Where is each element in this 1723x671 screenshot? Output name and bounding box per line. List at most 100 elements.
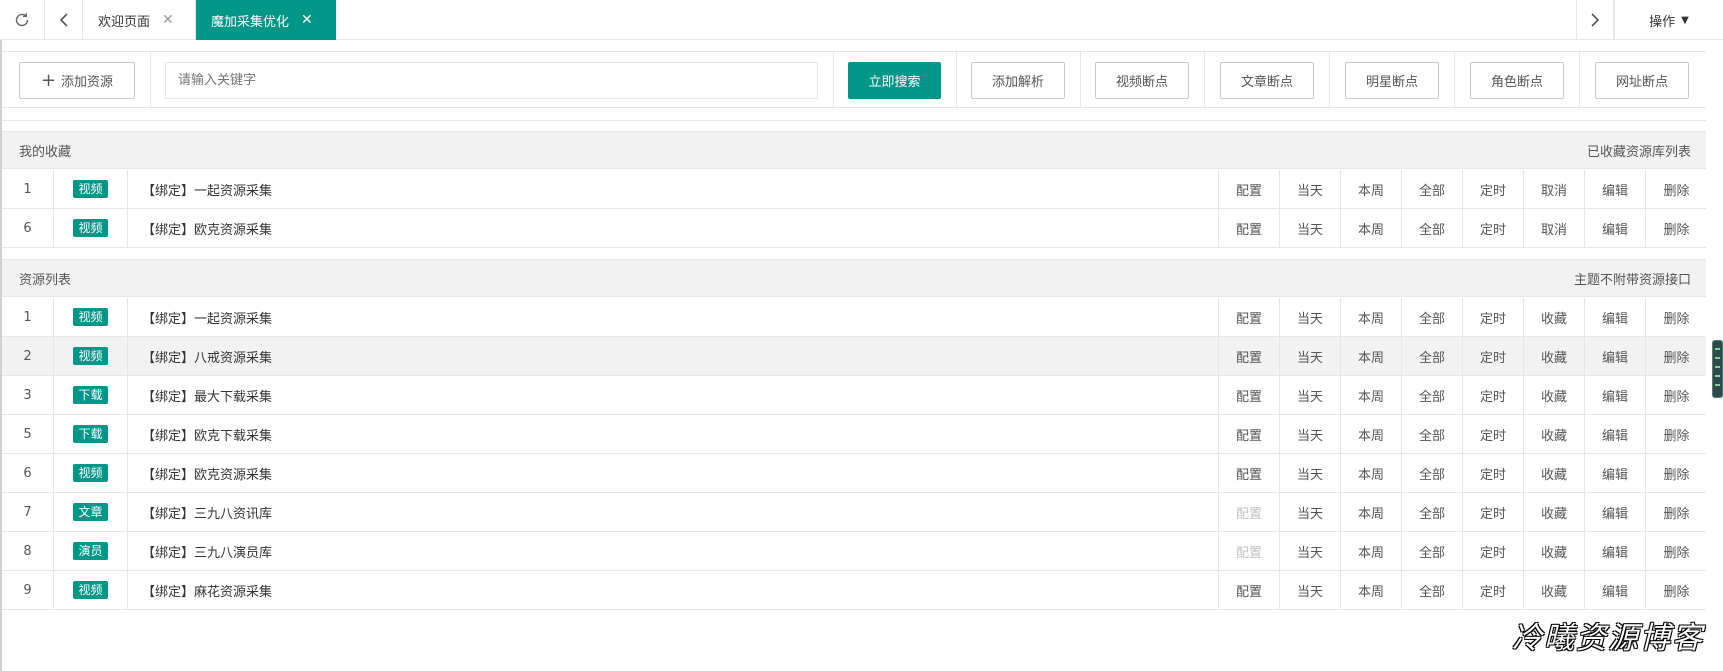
all-link[interactable]: 全部 — [1402, 337, 1463, 375]
operations-menu[interactable]: 操作 ▼ — [1614, 0, 1723, 40]
config-link[interactable]: 配置 — [1219, 337, 1280, 375]
schedule-link[interactable]: 定时 — [1463, 454, 1524, 492]
toggle-link[interactable]: 取消 — [1524, 170, 1585, 208]
all-link[interactable]: 全部 — [1402, 493, 1463, 531]
toggle-link[interactable]: 收藏 — [1524, 571, 1585, 609]
config-link[interactable]: 配置 — [1219, 209, 1280, 247]
edit-link[interactable]: 编辑 — [1585, 415, 1646, 453]
week-link[interactable]: 本周 — [1341, 415, 1402, 453]
delete-link[interactable]: 删除 — [1646, 454, 1707, 492]
schedule-link[interactable]: 定时 — [1463, 298, 1524, 336]
chevron-left-icon — [59, 13, 68, 27]
add-resource-button[interactable]: + 添加资源 — [19, 62, 135, 99]
toggle-link[interactable]: 收藏 — [1524, 415, 1585, 453]
close-icon[interactable]: ✕ — [301, 12, 313, 28]
today-link[interactable]: 当天 — [1280, 571, 1341, 609]
delete-link[interactable]: 删除 — [1646, 298, 1707, 336]
edit-link[interactable]: 编辑 — [1585, 170, 1646, 208]
today-link[interactable]: 当天 — [1280, 376, 1341, 414]
config-link[interactable]: 配置 — [1219, 493, 1280, 531]
toggle-link[interactable]: 取消 — [1524, 209, 1585, 247]
delete-link[interactable]: 删除 — [1646, 209, 1707, 247]
schedule-link[interactable]: 定时 — [1463, 209, 1524, 247]
tab-prev-button[interactable] — [45, 0, 83, 40]
toggle-link[interactable]: 收藏 — [1524, 337, 1585, 375]
schedule-link[interactable]: 定时 — [1463, 571, 1524, 609]
today-link[interactable]: 当天 — [1280, 170, 1341, 208]
tab-next-button[interactable] — [1576, 0, 1614, 40]
delete-link[interactable]: 删除 — [1646, 493, 1707, 531]
schedule-link[interactable]: 定时 — [1463, 415, 1524, 453]
all-link[interactable]: 全部 — [1402, 571, 1463, 609]
toggle-link[interactable]: 收藏 — [1524, 493, 1585, 531]
all-link[interactable]: 全部 — [1402, 209, 1463, 247]
week-link[interactable]: 本周 — [1341, 571, 1402, 609]
config-link[interactable]: 配置 — [1219, 454, 1280, 492]
edit-link[interactable]: 编辑 — [1585, 571, 1646, 609]
week-link[interactable]: 本周 — [1341, 493, 1402, 531]
config-link[interactable]: 配置 — [1219, 415, 1280, 453]
edit-link[interactable]: 编辑 — [1585, 298, 1646, 336]
edit-link[interactable]: 编辑 — [1585, 209, 1646, 247]
refresh-button[interactable] — [0, 0, 45, 40]
toggle-link[interactable]: 收藏 — [1524, 532, 1585, 570]
scrollbar-thumb[interactable] — [1712, 340, 1723, 398]
delete-link[interactable]: 删除 — [1646, 532, 1707, 570]
all-link[interactable]: 全部 — [1402, 454, 1463, 492]
all-link[interactable]: 全部 — [1402, 170, 1463, 208]
schedule-link[interactable]: 定时 — [1463, 532, 1524, 570]
star-breakpoint-button[interactable]: 明星断点 — [1345, 62, 1439, 99]
week-link[interactable]: 本周 — [1341, 298, 1402, 336]
week-link[interactable]: 本周 — [1341, 337, 1402, 375]
toggle-link[interactable]: 收藏 — [1524, 376, 1585, 414]
all-link[interactable]: 全部 — [1402, 415, 1463, 453]
week-link[interactable]: 本周 — [1341, 376, 1402, 414]
week-link[interactable]: 本周 — [1341, 170, 1402, 208]
config-link[interactable]: 配置 — [1219, 532, 1280, 570]
schedule-link[interactable]: 定时 — [1463, 170, 1524, 208]
tab-collect-optimize[interactable]: 魔加采集优化 ✕ — [196, 0, 336, 40]
delete-link[interactable]: 删除 — [1646, 415, 1707, 453]
today-link[interactable]: 当天 — [1280, 298, 1341, 336]
delete-link[interactable]: 删除 — [1646, 571, 1707, 609]
edit-link[interactable]: 编辑 — [1585, 532, 1646, 570]
today-link[interactable]: 当天 — [1280, 532, 1341, 570]
config-link[interactable]: 配置 — [1219, 376, 1280, 414]
edit-link[interactable]: 编辑 — [1585, 376, 1646, 414]
tab-welcome[interactable]: 欢迎页面 ✕ — [83, 0, 196, 40]
delete-link[interactable]: 删除 — [1646, 337, 1707, 375]
add-parse-button[interactable]: 添加解析 — [971, 62, 1065, 99]
config-link[interactable]: 配置 — [1219, 298, 1280, 336]
today-link[interactable]: 当天 — [1280, 493, 1341, 531]
search-button[interactable]: 立即搜索 — [848, 62, 941, 99]
url-breakpoint-button[interactable]: 网址断点 — [1595, 62, 1689, 99]
schedule-link[interactable]: 定时 — [1463, 376, 1524, 414]
article-breakpoint-button[interactable]: 文章断点 — [1220, 62, 1314, 99]
today-link[interactable]: 当天 — [1280, 415, 1341, 453]
toggle-link[interactable]: 收藏 — [1524, 298, 1585, 336]
edit-link[interactable]: 编辑 — [1585, 337, 1646, 375]
toggle-link[interactable]: 收藏 — [1524, 454, 1585, 492]
week-link[interactable]: 本周 — [1341, 209, 1402, 247]
delete-link[interactable]: 删除 — [1646, 376, 1707, 414]
today-link[interactable]: 当天 — [1280, 209, 1341, 247]
schedule-link[interactable]: 定时 — [1463, 493, 1524, 531]
delete-link[interactable]: 删除 — [1646, 170, 1707, 208]
close-icon[interactable]: ✕ — [162, 12, 174, 28]
edit-link[interactable]: 编辑 — [1585, 493, 1646, 531]
edit-link[interactable]: 编辑 — [1585, 454, 1646, 492]
config-link[interactable]: 配置 — [1219, 571, 1280, 609]
video-breakpoint-button[interactable]: 视频断点 — [1095, 62, 1189, 99]
week-link[interactable]: 本周 — [1341, 532, 1402, 570]
all-link[interactable]: 全部 — [1402, 298, 1463, 336]
config-link[interactable]: 配置 — [1219, 170, 1280, 208]
schedule-link[interactable]: 定时 — [1463, 337, 1524, 375]
today-link[interactable]: 当天 — [1280, 454, 1341, 492]
today-link[interactable]: 当天 — [1280, 337, 1341, 375]
week-link[interactable]: 本周 — [1341, 454, 1402, 492]
all-link[interactable]: 全部 — [1402, 376, 1463, 414]
resource-name: 【绑定】一起资源采集 — [128, 298, 1219, 336]
search-input[interactable] — [165, 62, 818, 99]
all-link[interactable]: 全部 — [1402, 532, 1463, 570]
role-breakpoint-button[interactable]: 角色断点 — [1470, 62, 1564, 99]
